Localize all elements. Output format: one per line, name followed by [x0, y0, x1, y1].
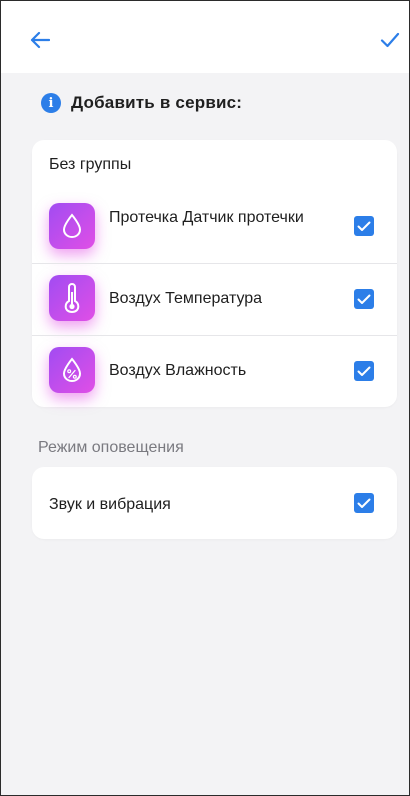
- notification-section-title: Режим оповещения: [38, 439, 184, 456]
- humidity-drop-icon: [49, 347, 95, 393]
- device-label: Протечка Датчик протечки: [109, 209, 304, 226]
- device-checkbox[interactable]: [354, 216, 374, 236]
- info-heading: i Добавить в сервис:: [41, 90, 242, 116]
- checkmark-icon: [357, 498, 371, 508]
- device-row-leak-sensor[interactable]: Протечка Датчик протечки: [32, 192, 397, 264]
- water-drop-icon: [49, 203, 95, 249]
- back-button[interactable]: [25, 25, 55, 55]
- done-button[interactable]: [375, 25, 405, 55]
- device-checkbox[interactable]: [354, 361, 374, 381]
- notification-option-label: Звук и вибрация: [49, 496, 171, 513]
- device-checkbox[interactable]: [354, 289, 374, 309]
- checkmark-icon: [357, 221, 371, 231]
- checkmark-icon: [357, 366, 371, 376]
- info-icon: i: [41, 93, 61, 113]
- notification-card[interactable]: Звук и вибрация: [32, 467, 397, 539]
- arrow-left-icon: [30, 31, 50, 49]
- device-row-humidity[interactable]: Воздух Влажность: [32, 336, 397, 408]
- device-row-temperature[interactable]: Воздух Температура: [32, 264, 397, 336]
- group-title: Без группы: [49, 156, 132, 173]
- checkmark-icon: [380, 32, 400, 48]
- notification-checkbox[interactable]: [354, 493, 374, 513]
- top-bar: [1, 1, 409, 73]
- checkmark-icon: [357, 294, 371, 304]
- info-title: Добавить в сервис:: [71, 93, 243, 112]
- screen: i Добавить в сервис: Без группы Протечка…: [0, 0, 410, 796]
- device-group-card: Без группы Протечка Датчик протечки Возд…: [32, 140, 397, 407]
- thermometer-icon: [49, 275, 95, 321]
- device-label: Воздух Температура: [109, 290, 263, 307]
- device-label: Воздух Влажность: [109, 362, 247, 379]
